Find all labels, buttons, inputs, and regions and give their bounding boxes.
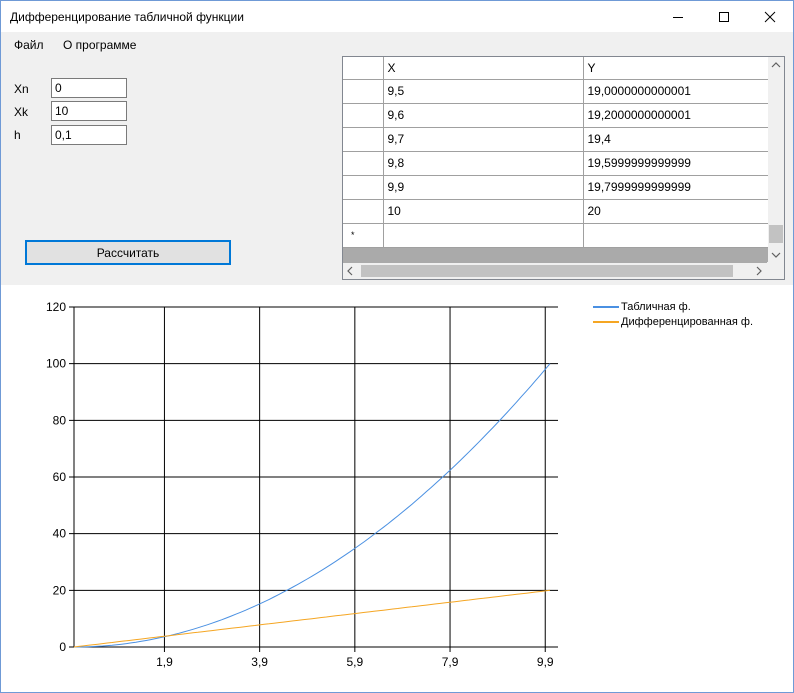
close-button[interactable] [747,1,793,32]
y-tick-label: 60 [53,470,67,484]
legend-swatch-tabular [593,305,619,308]
cell-y[interactable] [583,223,769,248]
new-row[interactable]: * [343,223,769,248]
grid-header-row: X Y [343,57,769,80]
row-header-corner [343,57,384,80]
table-row[interactable]: 9,8 19,5999999999999 [343,151,769,176]
cell-y[interactable]: 19,2000000000001 [583,103,769,128]
y-tick-label: 120 [46,300,66,314]
table-row[interactable]: 10 20 [343,199,769,224]
y-tick-label: 0 [59,640,66,654]
column-header-y[interactable]: Y [583,57,769,80]
row-header[interactable] [343,79,384,104]
menu-file[interactable]: Файл [14,38,44,52]
column-header-x[interactable]: X [383,57,584,80]
data-grid[interactable]: X Y 9,5 19,0000000000001 9,6 19,20000000… [342,56,785,280]
chart-legend: Табличная ф. Дифференцированная ф. [593,299,753,329]
scrollbar-corner [767,262,784,279]
row-header[interactable] [343,103,384,128]
horizontal-scrollbar-graphic [347,265,762,277]
legend-label-differentiated: Дифференцированная ф. [621,315,754,328]
xn-input[interactable] [51,78,127,98]
series-line-differentiated [73,589,551,648]
scroll-up-icon [771,62,781,68]
row-header[interactable] [343,199,384,224]
cell-x[interactable]: 9,7 [383,127,584,152]
calculate-button-label: Рассчитать [96,245,160,260]
x-tick-label: 7,9 [442,655,459,669]
xk-input[interactable] [51,101,127,121]
cell-y[interactable]: 19,0000000000001 [583,79,769,104]
h-label: h [14,128,21,142]
cell-x[interactable]: 9,6 [383,103,584,128]
cell-x[interactable]: 9,9 [383,175,584,200]
row-header[interactable] [343,175,384,200]
calculate-button[interactable]: Рассчитать [25,240,231,265]
minimize-icon [673,16,683,18]
row-header[interactable] [343,151,384,176]
cell-y[interactable]: 19,7999999999999 [583,175,769,200]
function-chart: 120 100 80 60 40 20 0 1,9 3,9 5,9 7,9 9,9 [46,300,558,669]
table-row[interactable]: 9,9 19,7999999999999 [343,175,769,200]
xk-label: Xk [14,105,29,119]
row-header[interactable] [343,127,384,152]
cell-x[interactable] [383,223,584,248]
app-window: Дифференцирование табличной функции Файл… [0,0,794,693]
cell-x[interactable]: 9,8 [383,151,584,176]
x-tick-label: 9,9 [537,655,554,669]
vertical-scrollbar-graphic [769,62,783,258]
h-input[interactable] [51,125,127,145]
scroll-right-icon [756,266,762,276]
legend-item-tabular: Табличная ф. [593,299,753,314]
scroll-down-icon [771,252,781,258]
cell-x[interactable]: 10 [383,199,584,224]
x-tick-label: 5,9 [346,655,363,669]
x-tick-label: 3,9 [251,655,268,669]
grid-table: X Y 9,5 19,0000000000001 9,6 19,20000000… [343,57,769,248]
maximize-button[interactable] [701,1,747,32]
horizontal-scroll-thumb [361,265,733,277]
xn-label: Xn [14,82,29,96]
table-row[interactable]: 9,5 19,0000000000001 [343,79,769,104]
cell-y[interactable]: 19,5999999999999 [583,151,769,176]
close-icon [764,11,776,22]
table-row[interactable]: 9,7 19,4 [343,127,769,152]
legend-label-tabular: Табличная ф. [621,300,691,313]
vertical-scrollbar[interactable] [768,57,784,263]
cell-x[interactable]: 9,5 [383,79,584,104]
y-tick-label: 40 [53,527,67,541]
maximize-icon [719,11,729,22]
input-panel: Xn Xk h Рассчитать X Y 9,5 19,0000000000… [1,56,793,285]
cell-y[interactable]: 19,4 [583,127,769,152]
title-bar: Дифференцирование табличной функции [1,1,793,32]
minimize-button[interactable] [655,1,701,32]
window-title: Дифференцирование табличной функции [10,10,244,24]
new-row-marker: * [343,223,384,248]
y-tick-label: 20 [53,583,67,597]
legend-swatch-differentiated [593,320,619,323]
table-row[interactable]: 9,6 19,2000000000001 [343,103,769,128]
horizontal-scrollbar[interactable] [343,263,768,279]
x-tick-label: 1,9 [156,655,173,669]
vertical-scroll-thumb [769,225,783,243]
scroll-left-icon [347,266,353,276]
menu-bar: Файл О программе [1,32,793,56]
series-line-tabular [74,363,551,648]
menu-about[interactable]: О программе [63,38,136,52]
y-tick-label: 80 [53,413,67,427]
legend-item-differentiated: Дифференцированная ф. [593,314,753,329]
cell-y[interactable]: 20 [583,199,769,224]
y-tick-label: 100 [46,357,66,371]
